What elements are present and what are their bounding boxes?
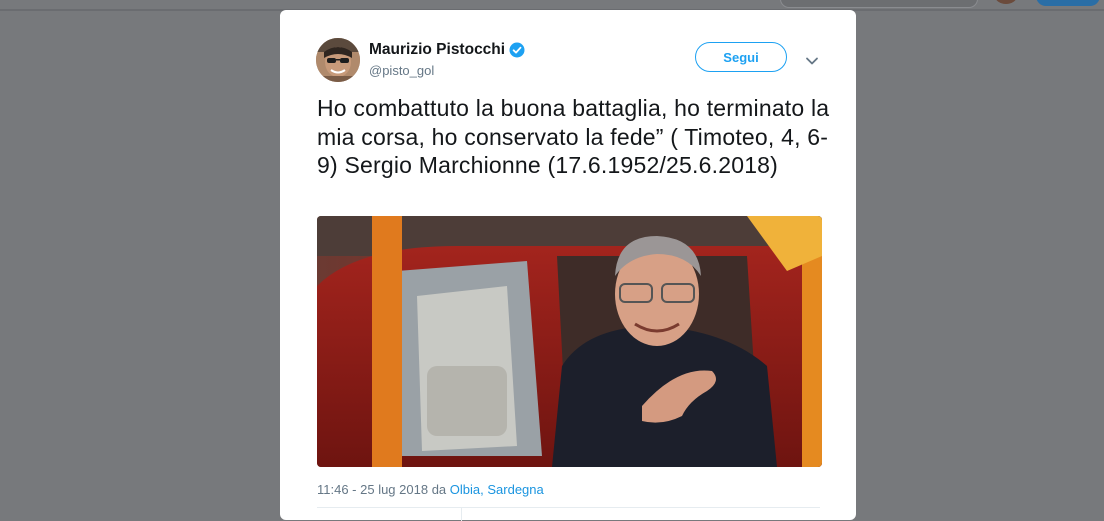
photo-factory-portrait	[317, 216, 822, 467]
stats-divider	[317, 507, 820, 508]
location-link[interactable]: Olbia, Sardegna	[450, 482, 544, 497]
stats-divider-tick	[461, 507, 462, 521]
tweet-photo[interactable]	[317, 216, 822, 467]
from-label: da	[431, 482, 447, 497]
author-name-row[interactable]: Maurizio Pistocchi	[369, 41, 525, 59]
author-photo	[316, 38, 360, 82]
compose-tweet-button[interactable]	[1036, 0, 1100, 6]
follow-button[interactable]: Segui	[695, 42, 787, 72]
verified-badge-icon	[509, 42, 525, 58]
author-name[interactable]: Maurizio Pistocchi	[369, 41, 505, 59]
tweet-meta: 11:46 - 25 lug 2018 da Olbia, Sardegna	[317, 482, 544, 497]
tweet-card: Maurizio Pistocchi @pisto_gol Segui Ho c…	[280, 10, 856, 521]
author-handle[interactable]: @pisto_gol	[369, 63, 434, 78]
account-avatar[interactable]	[995, 0, 1017, 4]
search-box[interactable]	[780, 0, 978, 8]
tweet-text: Ho combattuto la buona battaglia, ho ter…	[317, 95, 830, 178]
chevron-down-icon[interactable]	[805, 53, 819, 65]
tweet-timestamp[interactable]: 11:46 - 25 lug 2018	[317, 482, 428, 497]
author-avatar[interactable]	[316, 38, 360, 82]
